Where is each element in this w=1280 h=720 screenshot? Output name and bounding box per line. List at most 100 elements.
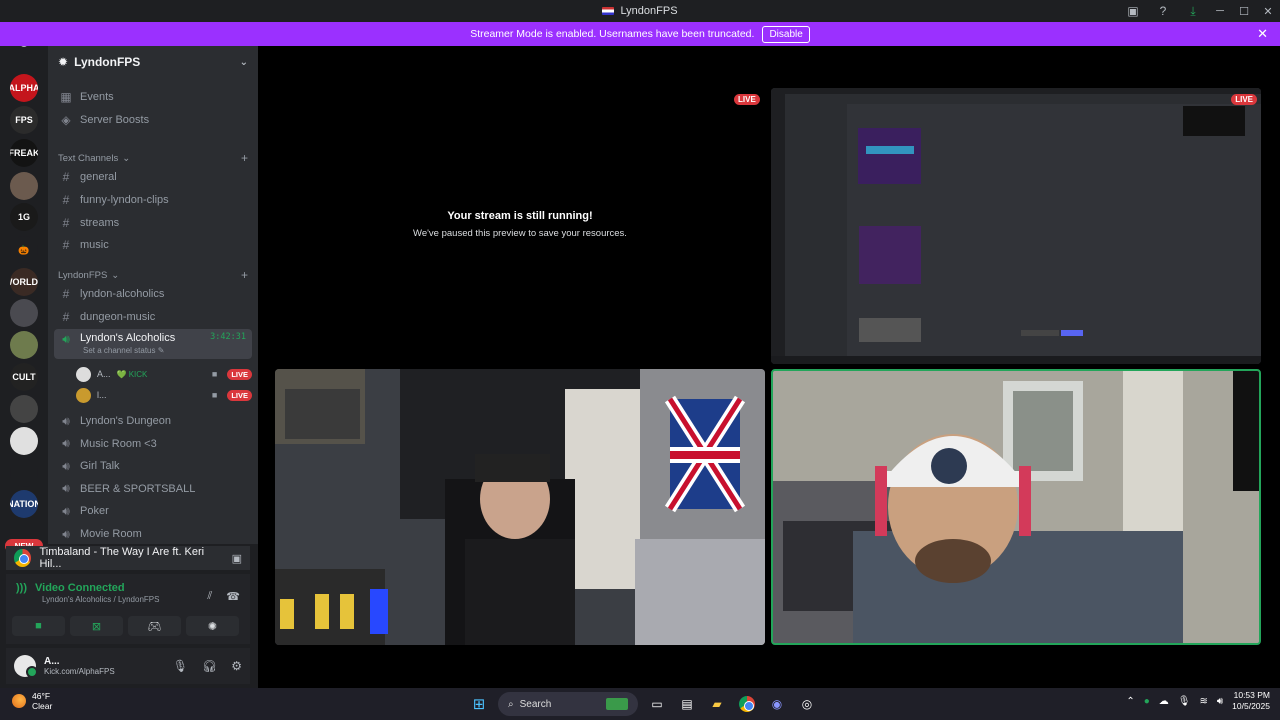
channel-funny-lyndon-clips[interactable]: # funny-lyndon-clips (54, 189, 252, 211)
screen-share-preview (771, 88, 1261, 364)
start-icon[interactable]: ⊞ (468, 693, 490, 715)
channel-streams[interactable]: # streams (54, 212, 252, 234)
category-text-channels[interactable]: Text Channels ⌄ + (58, 150, 248, 166)
close-window-button[interactable]: ✕ (1256, 0, 1280, 22)
soundboard-button[interactable]: ✺ (186, 616, 239, 636)
microphone-icon[interactable]: 🎙︎ (173, 659, 188, 673)
server-icon[interactable]: FREAK (10, 139, 38, 167)
server-boosts-item[interactable]: ◈ Server Boosts (54, 109, 252, 131)
voice-channel[interactable]: 🔊︎ Movie Room (54, 523, 252, 544)
inbox-icon[interactable]: ▣ (1118, 0, 1148, 22)
paused-subtitle: We've paused this preview to save your r… (413, 227, 627, 239)
avatar (76, 366, 91, 382)
category-lyndonfps[interactable]: LyndonFPS ⌄ + (58, 267, 248, 283)
server-icon[interactable] (10, 299, 38, 327)
window-title-text: LyndonFPS (620, 5, 678, 17)
voice-channel[interactable]: 🔊︎ Music Room <3 (54, 433, 252, 455)
server-icon[interactable]: ALPHA (10, 74, 38, 102)
chevron-up-icon[interactable]: ⌃ (1126, 696, 1134, 707)
clock[interactable]: 10:53 PM 10/5/2025 (1232, 690, 1270, 712)
channel-general[interactable]: # general (54, 166, 252, 188)
maximize-button[interactable]: ☐ (1232, 0, 1256, 22)
disable-button[interactable]: Disable (762, 25, 810, 43)
mic-tray-icon[interactable]: 🎙︎ (1178, 696, 1191, 707)
live-badge: LIVE (1231, 94, 1257, 105)
voice-channel-label: Movie Room (80, 528, 142, 540)
store-icon[interactable]: ▤ (676, 693, 698, 715)
channel-label: general (80, 171, 117, 183)
server-icon[interactable] (10, 331, 38, 359)
weather-widget[interactable]: 46°F Clear (12, 691, 52, 711)
events-label: Events (80, 91, 114, 103)
add-channel-icon[interactable]: + (241, 268, 248, 282)
hash-icon: # (62, 170, 70, 184)
live-badge[interactable]: LIVE (227, 368, 252, 380)
webcam-tile-speaking[interactable] (771, 369, 1261, 645)
file-explorer-icon[interactable]: ▰ (706, 693, 728, 715)
chevron-down-icon: ⌄ (122, 152, 131, 164)
server-icon[interactable] (10, 395, 38, 423)
disconnect-icon[interactable]: ☎ (226, 590, 240, 603)
voice-channel-active[interactable]: 🔊︎ Lyndon's Alcoholics 3:42:31 Set a cha… (54, 329, 252, 359)
settings-icon[interactable]: ⚙ (231, 659, 242, 673)
task-view-icon[interactable]: ▭ (646, 693, 668, 715)
volume-icon[interactable]: 🔊︎ (1217, 696, 1223, 707)
activity-button[interactable]: 🎮︎ (128, 616, 181, 636)
guild-header[interactable]: ✹ LyndonFPS ⌄ (48, 46, 258, 78)
speaker-icon: 🔊︎ (62, 436, 70, 451)
camera-icon: ■ (211, 369, 218, 379)
channel-music[interactable]: # music (54, 234, 252, 256)
screen-share-button[interactable]: ⊠ (70, 616, 123, 636)
server-icon[interactable]: CULT (10, 363, 38, 391)
channel-lyndon-alcoholics[interactable]: # lyndon-alcoholics (54, 283, 252, 305)
events-item[interactable]: ▦ Events (54, 86, 252, 108)
title-bar: LyndonFPS ▣ ? ⤓ ─ ☐ ✕ (0, 0, 1280, 22)
app-taskbar-icon[interactable]: ◎ (796, 693, 818, 715)
download-icon[interactable]: ⤓ (1178, 0, 1208, 22)
server-icon[interactable] (10, 427, 38, 455)
hash-icon: # (62, 238, 70, 252)
wifi-icon[interactable]: ≋ (1199, 696, 1207, 707)
discord-taskbar-icon[interactable]: ◉ (766, 693, 788, 715)
add-channel-icon[interactable]: + (241, 151, 248, 165)
server-icon[interactable] (10, 172, 38, 200)
voice-user[interactable]: A... 💚 KICK ■ LIVE (76, 364, 252, 384)
voice-channel[interactable]: 🔊︎ Poker (54, 500, 252, 522)
channel-dungeon-music[interactable]: # dungeon-music (54, 306, 252, 328)
voice-channel[interactable]: 🔊︎ Lyndon's Dungeon (54, 410, 252, 432)
avatar[interactable] (14, 655, 38, 678)
server-icon[interactable] (10, 459, 38, 487)
server-icon[interactable]: NATION (10, 490, 38, 518)
server-icon[interactable]: 🎃 (10, 236, 38, 264)
camera-button[interactable]: ■ (12, 616, 65, 636)
app-tray-icon[interactable]: ● (1144, 696, 1150, 707)
voice-user[interactable]: l... ■ LIVE (76, 385, 252, 405)
window-title: LyndonFPS (602, 5, 678, 17)
activity-icon[interactable]: ▣ (232, 552, 242, 565)
server-icon[interactable]: FPS (10, 106, 38, 134)
channel-sidebar: ✹ LyndonFPS ⌄ ▦ Events ◈ Server Boosts Tex… (48, 46, 258, 544)
voice-channel[interactable]: 🔊︎ Girl Talk (54, 455, 252, 477)
chrome-taskbar-icon[interactable] (736, 693, 758, 715)
screen-share-tile[interactable]: LIVE (771, 88, 1261, 364)
voice-channel-label: Poker (80, 505, 109, 518)
now-playing-panel[interactable]: Timbaland - The Way I Are ft. Keri Hil..… (6, 546, 250, 570)
cloud-icon[interactable]: ☁ (1159, 696, 1169, 707)
server-icon[interactable]: 1G (10, 203, 38, 231)
headphones-icon[interactable]: 🎧︎ (202, 659, 217, 673)
help-icon[interactable]: ? (1148, 0, 1178, 22)
search-box[interactable]: ⌕ Search (498, 692, 638, 716)
paused-preview-tile[interactable]: Your stream is still running! We've paus… (275, 88, 765, 360)
close-icon[interactable]: ✕ (1257, 26, 1268, 42)
webcam-tile[interactable] (275, 369, 765, 645)
server-icon[interactable]: WORLDS (10, 268, 38, 296)
channel-label: funny-lyndon-clips (80, 194, 169, 206)
noise-suppression-icon[interactable]: ⫽ (207, 590, 212, 603)
webcam-feed (275, 369, 765, 645)
channel-status[interactable]: Set a channel status ✎ (83, 346, 164, 355)
minimize-button[interactable]: ─ (1208, 0, 1232, 22)
live-badge[interactable]: LIVE (227, 389, 252, 401)
speaker-icon: 🔊︎ (62, 503, 70, 518)
voice-channel[interactable]: 🔊︎ BEER & SPORTSBALL (54, 478, 252, 500)
hash-icon: # (62, 310, 70, 324)
